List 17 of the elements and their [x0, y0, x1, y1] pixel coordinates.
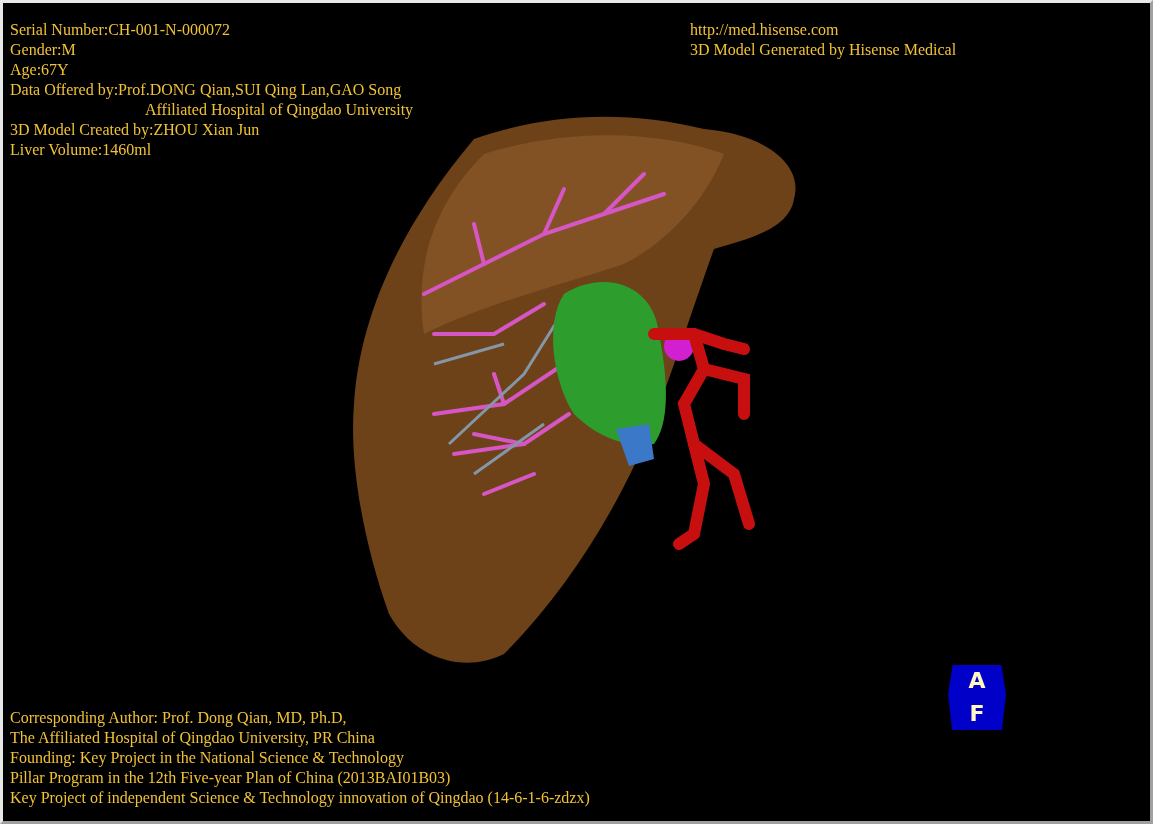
credit-line: Key Project of independent Science & Technology innovation of Qingdao (14-6-1-6-zdzx)	[10, 788, 590, 808]
info-line: Data Offered by:Prof.DONG Qian,SUI Qing Lan,GAO Song	[10, 80, 403, 100]
credit-line: Corresponding Author: Prof. Dong Qian, MD, Ph.D,	[10, 708, 348, 728]
info-line: Age:67Y	[10, 60, 70, 80]
info-line: 3D Model Generated by Hisense Medical	[690, 40, 957, 60]
credit-line: Pillar Program in the 12th Five-year Plan of China (2013BAI01B03)	[10, 768, 452, 788]
cube-face-label: F	[969, 701, 985, 726]
info-line: Serial Number:CH-001-N-000072	[10, 20, 231, 40]
credit-line: The Affiliated Hospital of Qingdao University, PR China	[10, 728, 376, 748]
info-line: Gender:M	[10, 40, 77, 60]
info-line: Liver Volume:1460ml	[10, 140, 153, 160]
cube-face-label: A	[968, 669, 986, 694]
info-line: http://med.hisense.com	[690, 20, 840, 40]
credit-line: Founding: Key Project in the National Science & Technology	[10, 748, 406, 768]
orientation-cube[interactable]: A F	[948, 665, 1006, 730]
info-line: Affiliated Hospital of Qingdao University	[144, 100, 414, 120]
info-line: 3D Model Created by:ZHOU Xian Jun	[10, 120, 261, 140]
